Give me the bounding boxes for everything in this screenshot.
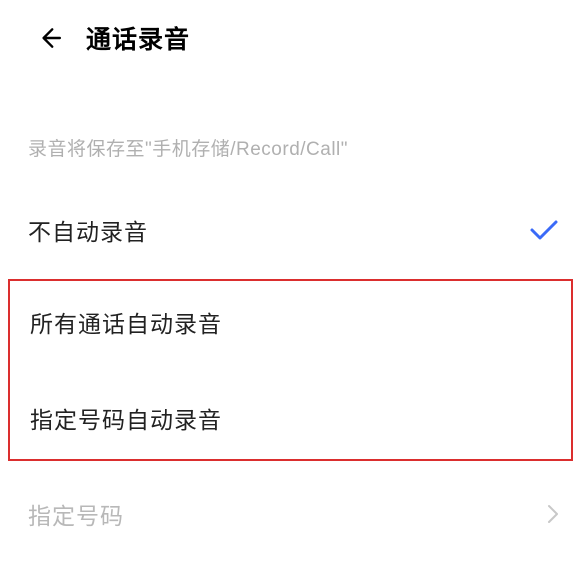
option-specific-numbers-auto-record[interactable]: 指定号码自动录音 [10,381,571,455]
check-icon [529,218,559,242]
page-title: 通话录音 [86,20,190,56]
highlight-box: 所有通话自动录音 指定号码自动录音 [8,279,573,461]
specified-numbers-label: 指定号码 [28,497,124,531]
chevron-right-icon [547,504,559,524]
option-all-calls-auto-record[interactable]: 所有通话自动录音 [10,285,571,359]
option-label: 不自动录音 [28,213,148,247]
back-icon[interactable] [36,25,62,51]
specified-numbers-row[interactable]: 指定号码 [0,461,587,551]
header: 通话录音 [0,0,587,76]
option-no-auto-record[interactable]: 不自动录音 [0,193,587,267]
storage-hint: 录音将保存至"手机存储/Record/Call" [0,76,587,193]
